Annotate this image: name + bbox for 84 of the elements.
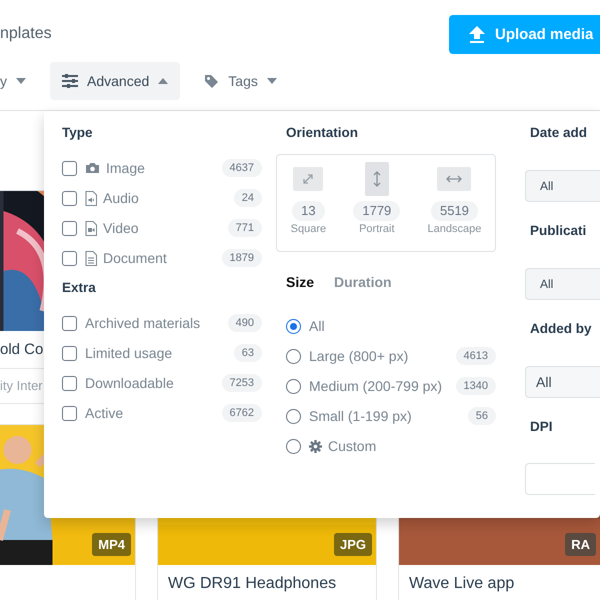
radio-button[interactable] — [286, 378, 301, 394]
checkbox-label: Video — [103, 220, 139, 236]
radio-label: Medium (200-799 px) — [309, 378, 442, 394]
card-subtitle: ity Inter — [0, 377, 43, 395]
checkbox-label: Audio — [103, 190, 139, 206]
count-badge: 4637 — [222, 159, 262, 177]
checkbox[interactable] — [62, 250, 77, 266]
audio-file-icon — [85, 190, 97, 206]
radio-label: Small (1-199 px) — [309, 408, 412, 424]
checkbox[interactable] — [62, 406, 77, 420]
page-title: nplates — [0, 24, 52, 42]
count-badge: 7253 — [222, 374, 262, 392]
section-heading: Type — [62, 125, 93, 141]
filter-button[interactable]: Tags — [192, 62, 289, 100]
radio-label: All — [309, 318, 325, 334]
radio-label: Custom — [328, 438, 376, 454]
checkbox[interactable] — [62, 160, 77, 176]
field-label: Publicati — [530, 223, 586, 239]
upload-icon — [469, 26, 485, 42]
select-field[interactable]: All — [525, 170, 600, 202]
orientation-label: Landscape — [428, 223, 482, 235]
select-field[interactable]: All — [525, 366, 600, 398]
field-label: Added by — [530, 321, 592, 337]
radio-button[interactable] — [286, 348, 301, 364]
checkbox[interactable] — [62, 190, 77, 206]
video-file-icon — [85, 220, 97, 236]
card-title: Wave Live app — [408, 574, 516, 594]
count-badge: 6762 — [222, 404, 262, 422]
section-heading: Extra — [62, 280, 96, 296]
checkbox-label: Limited usage — [85, 345, 172, 361]
radio-button[interactable] — [286, 438, 301, 454]
section-heading: Orientation — [286, 125, 358, 141]
filter-button[interactable]: Advanced — [50, 62, 180, 100]
tag-icon — [204, 74, 220, 88]
caret-icon — [266, 78, 277, 84]
caret-icon — [16, 78, 26, 84]
horizontal-arrow-icon — [446, 175, 462, 183]
count-badge: 5519 — [430, 201, 478, 221]
field-label: DPI — [530, 419, 553, 435]
field-label: Date add — [530, 125, 588, 141]
card-title: old Co — [0, 340, 44, 360]
gear-icon — [309, 440, 322, 452]
sliders-icon — [62, 74, 78, 88]
radio-button[interactable] — [286, 408, 301, 424]
checkbox-label: Archived materials — [85, 315, 200, 331]
count-badge: 771 — [228, 219, 262, 237]
count-badge: 1779 — [353, 201, 400, 221]
radio-button[interactable] — [286, 318, 301, 334]
count-badge: 24 — [234, 189, 262, 207]
format-badge: RA — [565, 533, 596, 556]
filter-button[interactable]: y — [0, 62, 38, 100]
count-badge: 4613 — [456, 347, 496, 365]
count-badge: 1879 — [222, 249, 262, 267]
orientation-option[interactable]: 5519 Landscape — [428, 162, 482, 235]
checkbox[interactable] — [62, 376, 77, 390]
checkbox[interactable] — [62, 220, 77, 236]
orientation-option[interactable]: 1779 Portrait — [353, 162, 400, 235]
orientation-option[interactable]: 13 Square — [290, 162, 326, 235]
diagonal-arrow-icon — [302, 173, 314, 185]
vertical-arrow-icon — [372, 171, 381, 187]
checkbox[interactable] — [62, 346, 77, 360]
input-field[interactable] — [525, 463, 595, 495]
radio-label: Large (800+ px) — [309, 348, 408, 364]
checkbox-label: Downloadable — [85, 375, 174, 391]
document-icon — [85, 250, 97, 266]
caret-icon — [158, 78, 168, 84]
checkbox[interactable] — [62, 316, 77, 330]
orientation-label: Portrait — [359, 223, 395, 235]
tab[interactable]: Duration — [334, 274, 392, 290]
checkbox-label: Active — [85, 405, 124, 421]
count-badge: 63 — [234, 344, 262, 362]
count-badge: 1340 — [456, 377, 496, 395]
count-badge: 56 — [468, 407, 496, 425]
count-badge: 490 — [228, 314, 262, 332]
format-badge: MP4 — [92, 533, 131, 556]
card-title: WG DR91 Headphones — [167, 574, 338, 594]
checkbox-label: Document — [103, 250, 167, 266]
tab[interactable]: Size — [286, 274, 314, 290]
orientation-label: Square — [290, 223, 326, 235]
select-field[interactable]: All — [525, 268, 600, 300]
count-badge: 13 — [292, 201, 325, 221]
camera-icon — [85, 162, 100, 174]
checkbox-label: Image — [106, 160, 145, 176]
format-badge: JPG — [334, 533, 372, 556]
